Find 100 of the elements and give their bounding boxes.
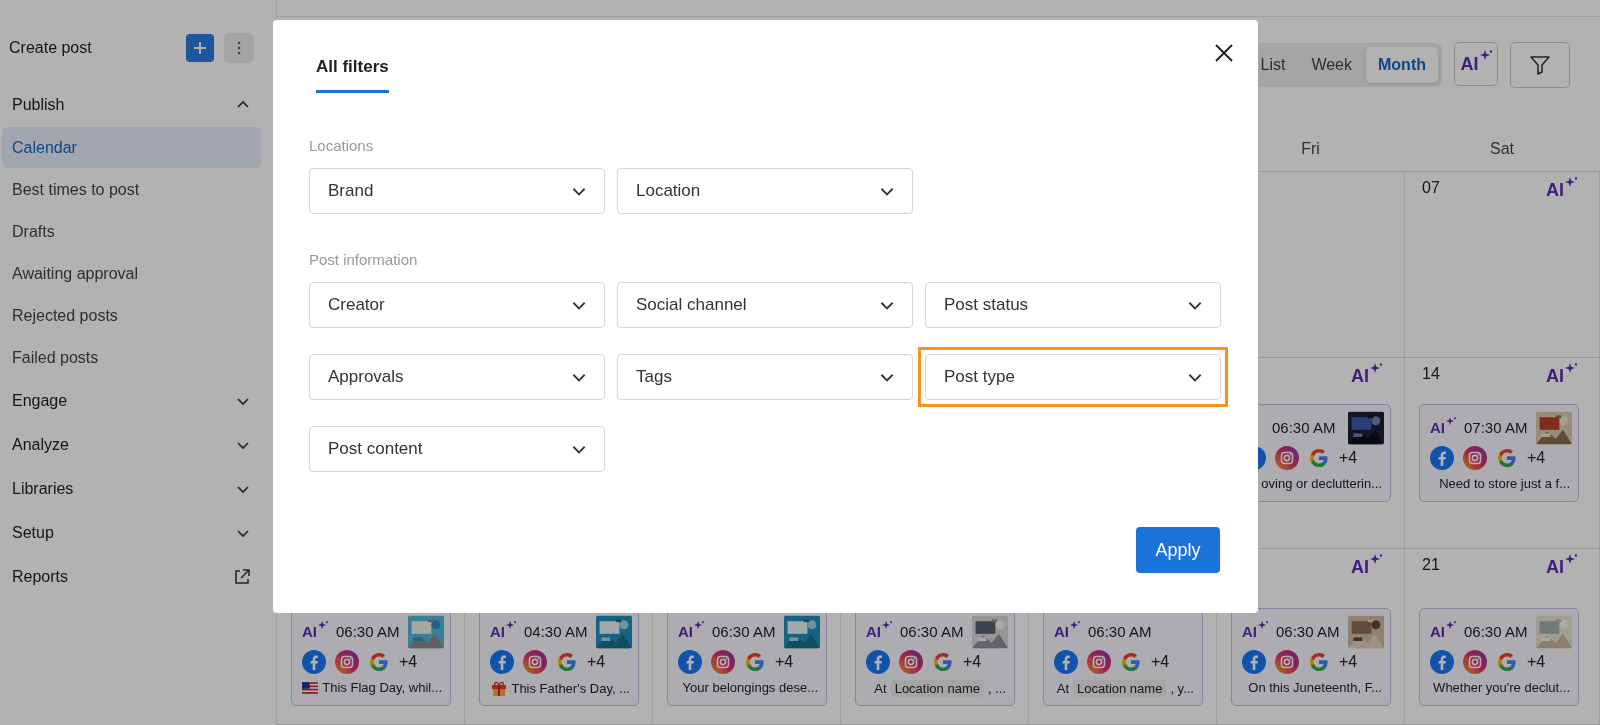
post-time: 06:30 AM [1272,419,1336,436]
filter-dropdown[interactable]: Social channel [617,282,913,328]
more-count: +4 [1527,449,1546,467]
more-count: +4 [963,653,982,671]
ai-button[interactable]: AI [1351,365,1382,385]
caption-text: Your belongings dese... [682,680,818,695]
instagram-icon [711,650,735,674]
date-number: 21 [1422,556,1440,574]
ai-label: AI [866,624,881,639]
nav-item[interactable]: Drafts [2,211,261,252]
sparkle-icon [1564,177,1577,188]
ai-label: AI [490,624,505,639]
filter-dropdown[interactable]: Brand [309,168,605,214]
sparkle-icon [1564,363,1577,374]
more-count: +4 [1151,653,1170,671]
nav-section[interactable]: Analyze [0,423,276,467]
sparkle-icon [1069,621,1080,630]
sparkle-icon [881,621,892,630]
nav-item[interactable]: Calendar [2,127,261,168]
nav-item[interactable]: Rejected posts [2,295,261,336]
post-time: 06:30 AM [1464,623,1528,640]
view-tab[interactable]: Week [1299,47,1364,83]
nav-item[interactable]: Awaiting approval [2,253,261,294]
ai-label: AI [1242,624,1257,639]
instagram-icon [1463,446,1487,470]
google-icon [1308,651,1330,673]
filter-dropdown[interactable]: Creator [309,282,605,328]
gift-icon [491,680,508,696]
date-number: 07 [1422,179,1440,197]
post-card[interactable]: AI 07:30 AM +4 Need to store just a f... [1419,404,1579,502]
caption-text: , ... [987,681,1006,696]
instagram-icon [335,650,359,674]
nav-link[interactable]: Reports [0,555,276,599]
sparkle-icon [1257,621,1268,630]
sparkle-icon [505,621,516,630]
ai-label: AI [1054,624,1069,639]
weekday-label: Fri [1301,140,1320,158]
google-icon [1308,447,1330,469]
dialog-tab[interactable]: All filters [316,57,389,93]
google-icon [368,651,390,673]
filter-icon [1529,54,1551,76]
facebook-icon [302,650,326,674]
facebook-icon [1242,650,1266,674]
external-link-icon [233,568,251,586]
post-time: 06:30 AM [900,623,964,640]
ai-button[interactable]: AI [1351,556,1382,576]
post-time: 06:30 AM [712,623,776,640]
nav-section[interactable]: Setup [0,511,276,555]
post-card[interactable]: AI 06:30 AM +4 On this Juneteenth, F... [1231,608,1391,706]
sparkle-icon [1564,554,1577,565]
kebab-icon [237,41,241,55]
sparkle-icon [1445,417,1456,426]
caption-text: , y... [1170,681,1194,696]
nav-item[interactable]: Best times to post [2,169,261,210]
view-tab[interactable]: List [1248,47,1298,83]
create-post-label: Create post [9,39,93,57]
ai-button[interactable]: AI [1546,556,1577,576]
post-time: 06:30 AM [1276,623,1340,640]
nav-section[interactable]: Publish [0,83,276,127]
filter-dropdown[interactable]: Post status [925,282,1221,328]
sparkle-icon [317,621,328,630]
filter-dropdown[interactable]: Tags [617,354,913,400]
date-number: 14 [1422,365,1440,383]
sparkle-icon [1445,621,1456,630]
post-time: 04:30 AM [524,623,588,640]
filter-dropdown[interactable]: Post content [309,426,605,472]
google-icon [556,651,578,673]
post-time: 06:30 AM [336,623,400,640]
ai-button[interactable]: AI [1454,42,1498,86]
facebook-icon [1430,446,1454,470]
view-tab[interactable]: Month [1366,47,1438,83]
caption-text: On this Juneteenth, F... [1248,680,1382,695]
post-card[interactable]: AI 06:30 AM +4 Whether you're declut... [1419,608,1579,706]
caption-text: At [1056,681,1070,696]
nav-section[interactable]: Engage [0,379,276,423]
instagram-icon [1463,650,1487,674]
more-count: +4 [1339,653,1358,671]
ai-button[interactable]: AI [1546,179,1577,199]
more-count: +4 [775,653,794,671]
section-label: Locations [309,136,375,156]
filter-dropdown[interactable]: Post type [925,354,1221,400]
filter-dropdown[interactable]: Location [617,168,913,214]
add-button[interactable] [186,34,214,62]
caption-text: oving or declutterin... [1261,476,1382,491]
more-count: +4 [587,653,606,671]
ai-label: AI [302,624,317,639]
nav-item[interactable]: Failed posts [2,337,261,378]
instagram-icon [1087,650,1111,674]
caption-text: At [874,681,887,696]
ai-label: AI [1430,624,1445,639]
close-button[interactable] [1213,42,1235,64]
location-tag: Location name [1073,680,1167,697]
more-count: +4 [1527,653,1546,671]
filter-dropdown[interactable]: Approvals [309,354,605,400]
apply-button[interactable]: Apply [1136,527,1220,573]
instagram-icon [1275,446,1299,470]
facebook-icon [866,650,890,674]
filter-button[interactable] [1510,42,1570,88]
nav-section[interactable]: Libraries [0,467,276,511]
ai-button[interactable]: AI [1546,365,1577,385]
